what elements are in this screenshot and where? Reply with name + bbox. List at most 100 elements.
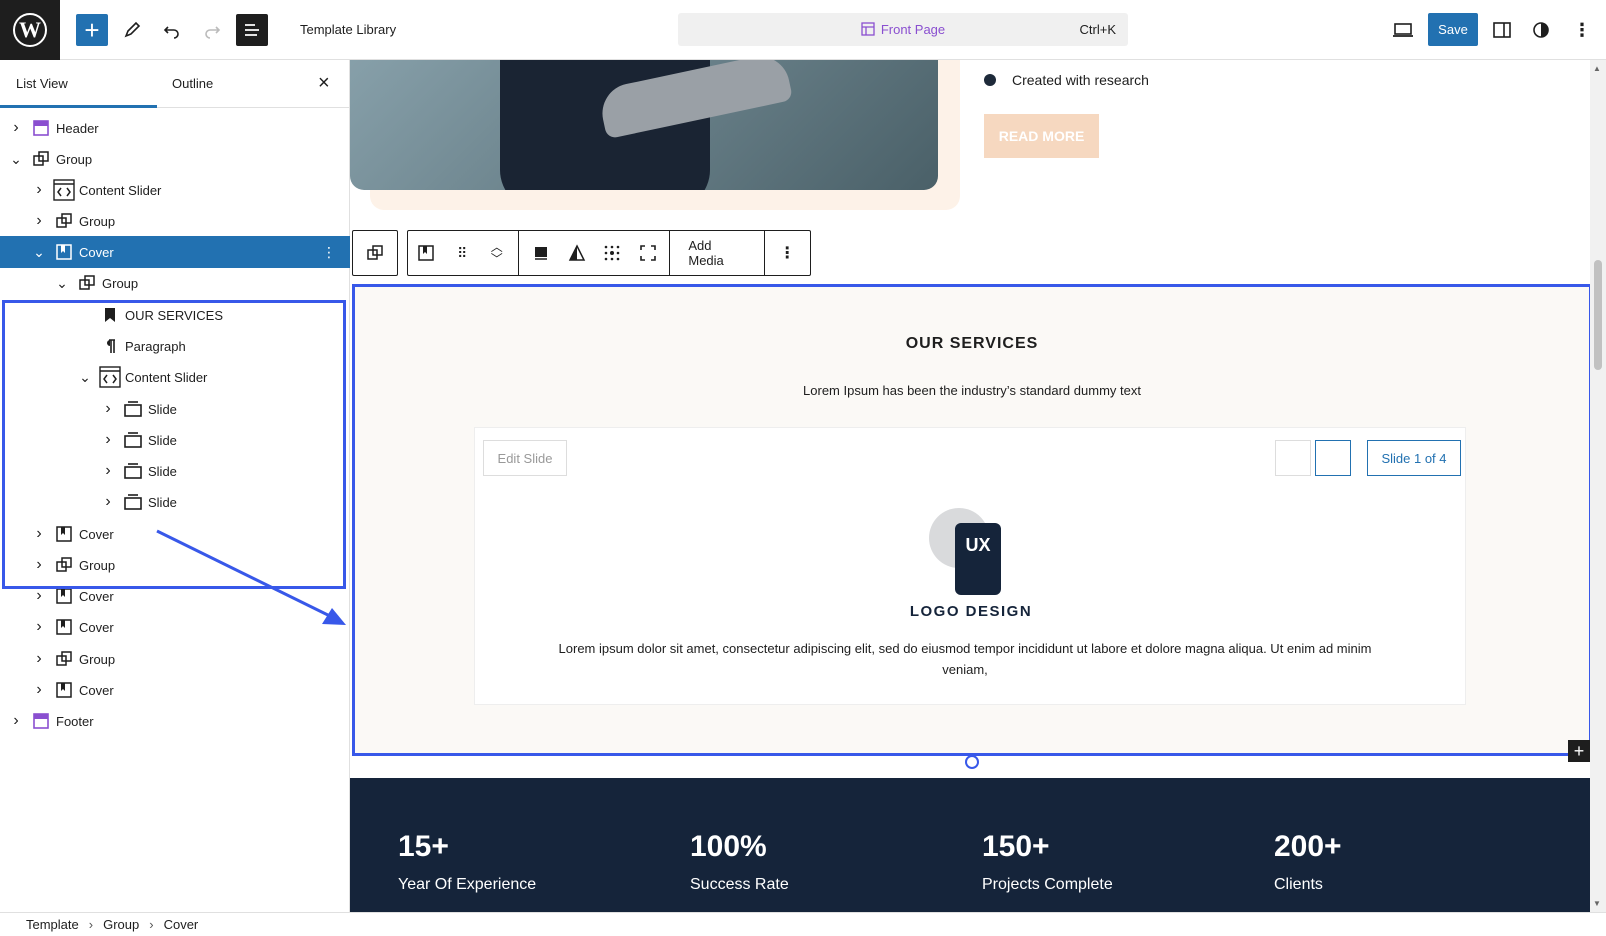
slider-next-button[interactable] — [1315, 440, 1351, 476]
list-view-item-group[interactable]: ⌄ Group — [0, 267, 350, 299]
list-view-item-group[interactable]: ⌄ Group — [0, 143, 350, 175]
drag-handle[interactable]: ⠿ — [443, 231, 478, 275]
plus-icon: + — [84, 15, 100, 45]
read-more-button[interactable]: READ MORE — [984, 114, 1099, 158]
list-view-item-label: Cover — [79, 588, 114, 604]
list-view-item-content-slider[interactable]: ⌄ Content Slider — [0, 361, 350, 393]
stat-label: Clients — [1274, 876, 1323, 893]
list-view-item-label: OUR SERVICES — [125, 307, 224, 323]
tab-list-view[interactable]: List View — [16, 76, 68, 91]
chevron-right-icon[interactable]: › — [102, 462, 114, 479]
breadcrumb-item[interactable]: Template — [26, 917, 79, 932]
list-view-item-our-services[interactable]: OUR SERVICES — [0, 299, 350, 331]
list-view-item-paragraph[interactable]: Paragraph — [0, 330, 350, 362]
edit-slide-button[interactable]: Edit Slide — [483, 440, 567, 476]
redo-icon — [205, 26, 221, 39]
bullet-text: Created with research — [1012, 72, 1149, 88]
command-palette-button[interactable]: Front Page Ctrl+K — [678, 13, 1128, 46]
tab-outline[interactable]: Outline — [172, 76, 213, 91]
code-slider-icon — [53, 179, 75, 201]
list-view-item-slide[interactable]: › Slide — [0, 455, 350, 487]
wordpress-logo-button[interactable]: W — [0, 0, 60, 60]
tools-button[interactable] — [116, 14, 148, 46]
slider-prev-button[interactable] — [1275, 440, 1311, 476]
slide-icon — [122, 429, 144, 451]
list-view-item-group[interactable]: › Group — [0, 549, 350, 581]
chevron-right-icon[interactable]: › — [33, 181, 45, 198]
save-button[interactable]: Save — [1428, 13, 1478, 46]
scroll-thumb[interactable] — [1594, 260, 1602, 370]
content-position-button[interactable] — [594, 231, 629, 275]
desktop-icon — [1393, 23, 1413, 37]
breadcrumb-item[interactable]: Cover — [164, 917, 199, 932]
select-parent-button[interactable] — [352, 230, 398, 276]
chevron-right-icon[interactable]: › — [10, 119, 22, 136]
list-view-item-group[interactable]: › Group — [0, 643, 350, 675]
chevron-down-icon[interactable]: ⌄ — [56, 275, 68, 291]
list-view-item-cover[interactable]: › Cover — [0, 611, 350, 643]
list-view-item-group[interactable]: › Group — [0, 205, 350, 237]
slide-counter[interactable]: Slide 1 of 4 — [1367, 440, 1461, 476]
close-icon[interactable]: × — [318, 72, 330, 95]
full-height-button[interactable] — [630, 231, 665, 275]
chevron-right-icon[interactable]: › — [33, 587, 45, 604]
block-options-button[interactable]: ⋮ — [765, 231, 810, 275]
chevron-right-icon[interactable]: › — [33, 618, 45, 635]
chevron-down-icon[interactable]: ⌄ — [79, 369, 91, 385]
document-overview-button[interactable] — [236, 14, 268, 46]
list-view-item-slide[interactable]: › Slide — [0, 486, 350, 518]
chevron-right-icon[interactable]: › — [102, 400, 114, 417]
redo-button[interactable] — [196, 14, 228, 46]
list-view-item-slide[interactable]: › Slide — [0, 424, 350, 456]
chevron-down-icon[interactable]: ⌄ — [10, 151, 22, 167]
chevron-right-icon[interactable]: › — [33, 525, 45, 542]
resize-handle[interactable] — [965, 755, 979, 769]
list-view-item-content-slider[interactable]: › Content Slider — [0, 174, 350, 206]
stats-section: 15+ Year Of Experience 100% Success Rate… — [350, 778, 1590, 912]
chevron-right-icon[interactable]: › — [33, 556, 45, 573]
add-media-button[interactable]: Add Media — [674, 231, 763, 275]
preview-button[interactable] — [1387, 14, 1419, 46]
more-vertical-icon[interactable]: ⋮ — [322, 244, 336, 261]
block-inserter-button[interactable]: + — [1568, 740, 1590, 762]
settings-sidebar-button[interactable] — [1486, 14, 1518, 46]
selected-cover-block[interactable]: OUR SERVICES Lorem Ipsum has been the in… — [352, 284, 1590, 769]
list-view-item-cover[interactable]: › Cover — [0, 518, 350, 550]
chevron-right-icon[interactable]: › — [33, 650, 45, 667]
chevron-down-icon[interactable]: ⌄ — [33, 244, 45, 260]
chevron-right-icon[interactable]: › — [10, 712, 22, 729]
cover-icon — [417, 245, 434, 261]
list-view-item-header[interactable]: › Header — [0, 112, 350, 144]
styles-button[interactable] — [1525, 14, 1557, 46]
list-view-item-cover[interactable]: › Cover — [0, 580, 350, 612]
content-slider[interactable]: Edit Slide Slide 1 of 4 UX LOGO DESIGN L… — [474, 427, 1466, 705]
undo-button[interactable] — [156, 14, 188, 46]
duotone-button[interactable] — [559, 231, 594, 275]
stat-label: Success Rate — [690, 876, 789, 893]
wordpress-icon: W — [13, 13, 47, 47]
list-view-item-cover[interactable]: ⌄ Cover ⋮ — [0, 236, 350, 268]
group-icon — [53, 554, 75, 576]
list-view-item-footer[interactable]: › Footer — [0, 705, 350, 737]
pencil-icon — [124, 21, 141, 38]
canvas-scrollbar[interactable]: ▲ ▼ — [1590, 60, 1606, 912]
breadcrumb-item[interactable]: Group — [103, 917, 139, 932]
chevron-right-icon[interactable]: › — [102, 431, 114, 448]
stat-label: Year Of Experience — [398, 876, 537, 893]
hero-image[interactable] — [350, 60, 938, 190]
scroll-down-icon[interactable]: ▼ — [1593, 899, 1601, 908]
cover-icon — [53, 523, 75, 545]
scroll-up-icon[interactable]: ▲ — [1593, 64, 1601, 73]
stat-number: 100% — [690, 830, 767, 863]
move-up-down-button[interactable]: ︿ ﹀ — [479, 231, 514, 275]
overlay-color-button[interactable] — [523, 231, 558, 275]
chevron-right-icon[interactable]: › — [102, 493, 114, 510]
chevron-right-icon[interactable]: › — [33, 212, 45, 229]
options-menu-button[interactable]: ⋮ — [1566, 14, 1598, 46]
list-view-item-cover[interactable]: › Cover — [0, 674, 350, 706]
list-view-item-slide[interactable]: › Slide — [0, 393, 350, 425]
editor-canvas: Created with research READ MORE ⠿ ︿ ﹀ Add… — [350, 60, 1590, 912]
chevron-right-icon[interactable]: › — [33, 681, 45, 698]
add-block-button[interactable]: + — [76, 14, 108, 46]
block-type-button[interactable] — [408, 231, 443, 275]
